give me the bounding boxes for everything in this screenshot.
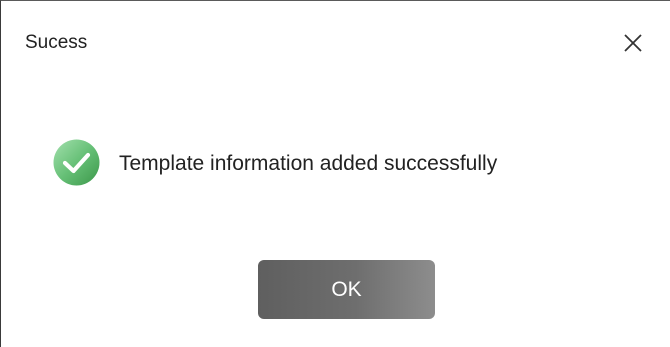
check-circle-icon <box>53 139 100 186</box>
success-message: Template information added successfully <box>119 152 498 175</box>
ok-button[interactable]: OK <box>258 260 435 319</box>
close-button[interactable] <box>620 30 646 56</box>
dialog-title: Sucess <box>25 32 88 53</box>
close-icon <box>624 34 642 52</box>
success-dialog: Sucess Template information added succes… <box>0 0 670 347</box>
